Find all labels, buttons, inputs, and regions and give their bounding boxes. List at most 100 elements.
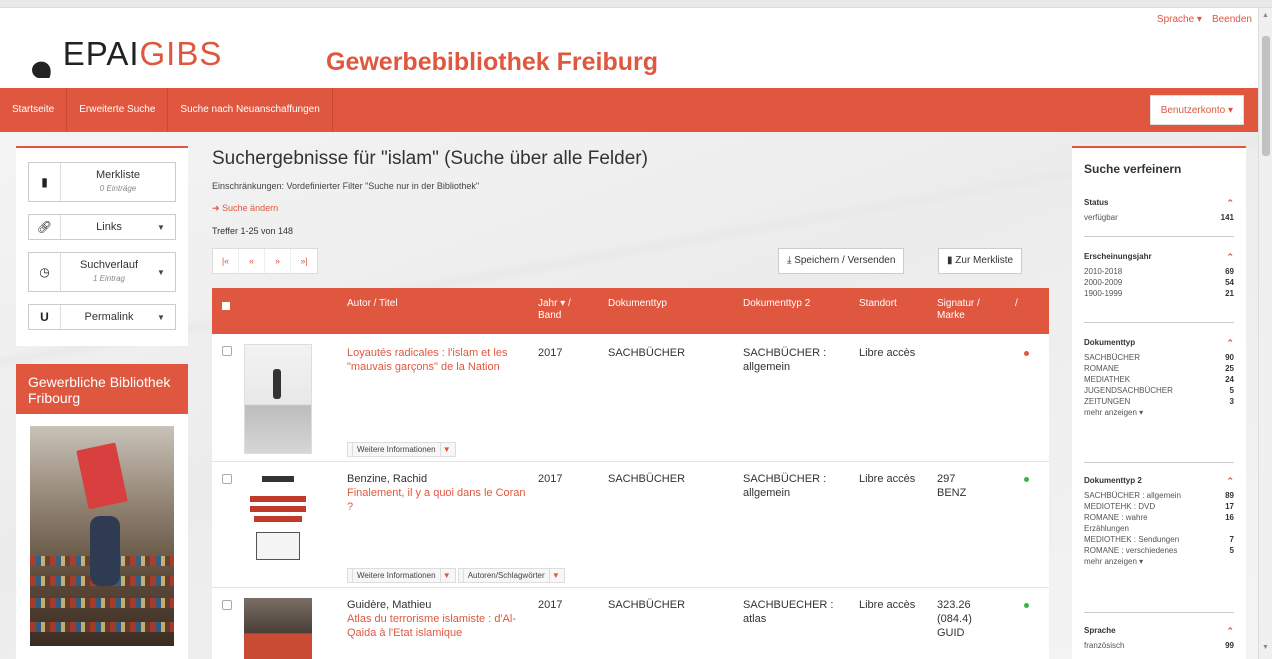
facet-title[interactable]: Erscheinungsjahr (1084, 252, 1152, 263)
facet-item[interactable]: ZEITUNGEN 3 (1084, 396, 1234, 407)
show-more-link[interactable]: mehr anzeigen ▾ (1084, 407, 1234, 419)
nav-advanced-search[interactable]: Erweiterte Suche (67, 88, 169, 132)
facet-item[interactable]: ROMANE : wahre Erzählungen 16 (1084, 512, 1234, 534)
facet-item[interactable]: französisch 99 (1084, 640, 1234, 651)
logo-mark-icon: ❟ (30, 34, 53, 78)
links-dropdown[interactable]: 🔗︎ Links ▼ (28, 214, 176, 240)
location-cell: Libre accès (859, 347, 916, 359)
hits-count: Treffer 1-25 von 148 (212, 226, 294, 236)
merkliste-button[interactable]: ▮ Merkliste 0 Einträge (28, 162, 176, 202)
language-menu[interactable]: Sprache ▾ (1157, 14, 1202, 25)
library-box: Gewerbliche Bibliothek Fribourg (16, 364, 188, 659)
doctype2-cell: SACHBÜCHER : allgemein (743, 347, 827, 373)
facet-title[interactable]: Status (1084, 198, 1108, 209)
main-nav: Startseite Erweiterte Suche Suche nach N… (0, 88, 1258, 132)
scroll-thumb[interactable] (1262, 36, 1270, 156)
more-info-button[interactable]: Weitere Informationen ▼ (347, 442, 456, 457)
table-header: Autor / Titel Jahr ▾ / Band Dokumenttyp … (212, 288, 1049, 334)
row-checkbox[interactable] (222, 474, 232, 484)
change-search-link[interactable]: ➜ Suche ändern (212, 203, 278, 214)
chevron-up-icon[interactable]: ⌃ (1226, 338, 1234, 349)
chevron-up-icon[interactable]: ⌃ (1226, 198, 1234, 209)
facet-title[interactable]: Dokumenttyp 2 (1084, 476, 1142, 487)
book-cover[interactable] (244, 472, 312, 572)
account-menu[interactable]: Benutzerkonto ▾ (1149, 95, 1244, 125)
col-status: / (1015, 298, 1018, 309)
prev-page-button[interactable]: « (239, 249, 265, 273)
doctype2-cell: SACHBUECHER : atlas (743, 599, 834, 625)
nav-new-acquisitions[interactable]: Suche nach Neuanschaffungen (168, 88, 333, 132)
facet-item[interactable]: MEDIATHEK 24 (1084, 374, 1234, 385)
to-merkliste-button[interactable]: ▮ Zur Merkliste (938, 248, 1023, 274)
doctype-cell: SACHBÜCHER (608, 347, 686, 359)
facet-item[interactable]: 2000-2009 54 (1084, 277, 1234, 288)
history-dropdown[interactable]: ◷ Suchverlauf 1 Eintrag ▼ (28, 252, 176, 292)
row-checkbox[interactable] (222, 346, 232, 356)
caret-down-icon: ▼ (157, 312, 165, 322)
more-info-button[interactable]: Weitere Informationen ▼ (347, 568, 456, 583)
page-title: Suchergebnisse für "islam" (Suche über a… (212, 148, 648, 169)
left-tools: ▮ Merkliste 0 Einträge 🔗︎ Links ▼ ◷ Suchv… (16, 146, 188, 346)
title-link[interactable]: Atlas du terrorisme islamiste : d'Al-Qai… (347, 612, 527, 640)
title-cell: Loyautés radicales : l'islam et les "mau… (347, 346, 527, 374)
scroll-down-icon[interactable]: ▼ (1262, 644, 1269, 651)
top-links: Sprache ▾ Beenden (1157, 14, 1252, 25)
page-scrollbar[interactable]: ▲ ▼ (1258, 8, 1272, 659)
author-name[interactable]: Guidère, Mathieu (347, 598, 527, 612)
facet-item[interactable]: ROMANE 25 (1084, 363, 1234, 374)
logo-text: EPAIGIBS (62, 35, 223, 72)
facet-item[interactable]: MEDIOTEHK : DVD 17 (1084, 501, 1234, 512)
facets-sidebar: Suche verfeinern Status ⌃ verfügbar 141 Er… (1072, 146, 1246, 659)
col-doctype[interactable]: Dokumenttyp (608, 298, 667, 310)
save-send-button[interactable]: ⤓ Speichern / Versenden (778, 248, 905, 274)
restriction-text: Einschränkungen: Vordefinierter Filter "… (212, 181, 480, 191)
chevron-up-icon[interactable]: ⌃ (1226, 476, 1234, 487)
facet-item[interactable]: SACHBÜCHER 90 (1084, 352, 1234, 363)
facet-title[interactable]: Dokumenttyp (1084, 338, 1135, 349)
chevron-up-icon[interactable]: ⌃ (1226, 252, 1234, 263)
title-link[interactable]: Loyautés radicales : l'islam et les "mau… (347, 347, 507, 373)
merkliste-count: 0 Einträge (99, 184, 137, 193)
next-page-button[interactable]: » (265, 249, 291, 273)
col-year[interactable]: Jahr ▾ / Band (538, 298, 588, 322)
first-page-button[interactable]: |« (213, 249, 239, 273)
facet-item[interactable]: ROMANE : verschiedenes 5 (1084, 545, 1234, 556)
permalink-icon: U (29, 305, 61, 329)
permalink-dropdown[interactable]: U Permalink ▼ (28, 304, 176, 330)
links-label: Links (96, 220, 122, 233)
facet-item[interactable]: SACHBÜCHER : allgemein 89 (1084, 490, 1234, 501)
book-cover[interactable] (244, 598, 312, 659)
browser-top-strip (0, 0, 1272, 8)
logo[interactable]: ❟ EPAIGIBS (30, 32, 223, 78)
facet-item[interactable]: verfügbar 141 (1084, 212, 1234, 223)
facet-item[interactable]: 2010-2018 69 (1084, 266, 1234, 277)
logout-link[interactable]: Beenden (1212, 14, 1252, 25)
facet-item[interactable]: MEDIOTHEK : Sendungen 7 (1084, 534, 1234, 545)
table-row: Guidère, Mathieu Atlas du terrorisme isl… (212, 588, 1049, 659)
facet-item[interactable]: JUGENDSACHBÜCHER 5 (1084, 385, 1234, 396)
row-checkbox[interactable] (222, 600, 232, 610)
scroll-up-icon[interactable]: ▲ (1262, 12, 1269, 19)
col-author-title[interactable]: Autor / Titel (347, 298, 398, 310)
to-merkliste-label: Zur Merkliste (955, 255, 1014, 266)
last-page-button[interactable]: »| (291, 249, 317, 273)
book-cover[interactable] (244, 344, 312, 454)
doctype2-cell: SACHBÜCHER : allgemein (743, 473, 827, 499)
facet-item[interactable]: 1900-1999 21 (1084, 288, 1234, 299)
col-location[interactable]: Standort (859, 298, 897, 310)
chevron-up-icon[interactable]: ⌃ (1226, 626, 1234, 637)
facet-title[interactable]: Sprache (1084, 626, 1116, 637)
clock-icon: ◷ (29, 253, 61, 291)
title-link[interactable]: Finalement, il y a quoi dans le Coran ? (347, 486, 527, 514)
select-all-checkbox[interactable] (222, 302, 230, 310)
link-icon: 🔗︎ (29, 215, 61, 239)
col-signature[interactable]: Signatur / Marke (937, 298, 997, 322)
author-name[interactable]: Benzine, Rachid (347, 472, 527, 486)
nav-home[interactable]: Startseite (0, 88, 68, 132)
doctype-cell: SACHBÜCHER (608, 473, 686, 485)
signature-cell: 323.26 (084.4) GUID (937, 599, 972, 639)
year-cell: 2017 (538, 599, 563, 611)
authors-subjects-button[interactable]: Autoren/Schlagwörter ▼ (457, 568, 565, 583)
show-more-link[interactable]: mehr anzeigen ▾ (1084, 556, 1234, 568)
col-doctype2[interactable]: Dokumenttyp 2 (743, 298, 810, 310)
